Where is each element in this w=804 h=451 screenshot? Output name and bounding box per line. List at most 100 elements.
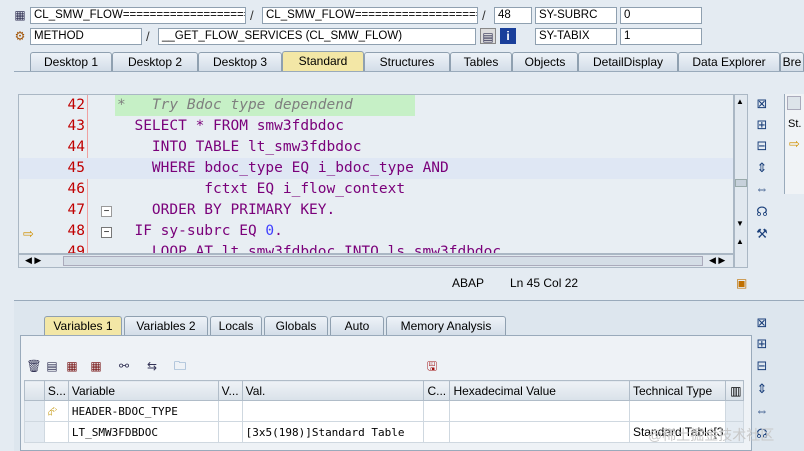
close-icon[interactable]: ⊠ bbox=[753, 314, 771, 332]
tab-breakpoints[interactable]: Bre bbox=[780, 52, 804, 71]
column-header[interactable]: S... bbox=[43, 380, 69, 401]
var1-value-field[interactable]: 0 bbox=[620, 7, 702, 24]
tab-structures[interactable]: Structures bbox=[364, 52, 450, 71]
tab-globals[interactable]: Globals bbox=[264, 316, 328, 335]
variable-hex bbox=[449, 421, 630, 443]
current-statement-arrow-icon: ⇨ bbox=[23, 226, 34, 241]
column-header[interactable]: Variable bbox=[67, 380, 219, 401]
variable-v bbox=[217, 400, 243, 422]
var1-name-field[interactable]: SY-SUBRC bbox=[535, 7, 617, 24]
source-editor[interactable]: 42 * Try Bdoc type dependend 43 SELECT * F… bbox=[18, 94, 734, 254]
code-token: EQ bbox=[282, 160, 318, 176]
variable-status-icon: ⮳ bbox=[43, 400, 69, 422]
editor-vertical-scrollbar[interactable]: ▲ ▼ ▲ bbox=[734, 94, 748, 268]
program-icon: ▦ bbox=[14, 8, 26, 22]
code-line[interactable]: IF sy-subrc EQ 0. bbox=[117, 221, 282, 242]
row-selector[interactable] bbox=[24, 421, 45, 443]
folder-icon[interactable]: 🗀 bbox=[172, 358, 188, 374]
separator: / bbox=[482, 8, 486, 23]
fold-marker-icon[interactable]: − bbox=[101, 206, 112, 217]
swap-tool-icon[interactable]: ⊞ bbox=[753, 335, 771, 353]
hierarchy-icon[interactable]: ⚯ bbox=[116, 358, 132, 374]
save-icon[interactable]: 🖫 bbox=[424, 358, 440, 374]
type-field[interactable]: METHOD bbox=[30, 28, 142, 45]
line-number-field[interactable]: 48 bbox=[494, 7, 532, 24]
separator: / bbox=[250, 8, 254, 23]
maximize-horizontal-icon[interactable]: ⇔ bbox=[753, 180, 771, 198]
variable-name[interactable]: HEADER-BDOC_TYPE bbox=[67, 400, 219, 422]
note-icon[interactable]: ▣ bbox=[736, 274, 747, 292]
line-number: 42 bbox=[67, 97, 85, 113]
tab-tables[interactable]: Tables bbox=[450, 52, 512, 71]
tab-detaildisplay[interactable]: DetailDisplay bbox=[578, 52, 678, 71]
code-token: IF sy-subrc EQ bbox=[117, 223, 266, 239]
info-icon[interactable]: i bbox=[500, 28, 516, 44]
code-line[interactable]: INTO TABLE lt_smw3fdbdoc bbox=[117, 137, 362, 158]
var2-value-field[interactable]: 1 bbox=[620, 28, 702, 45]
language-label: ABAP bbox=[452, 276, 485, 290]
var2-name-field[interactable]: SY-TABIX bbox=[535, 28, 617, 45]
program-field[interactable]: CL_SMW_FLOW=================== bbox=[30, 7, 246, 24]
maximize-horizontal-icon[interactable]: ⇔ bbox=[753, 402, 771, 420]
code-token: LOOP AT lt_smw3fdbdoc INTO ls_smw3fdbdoc bbox=[117, 244, 502, 254]
services-tool-icon[interactable]: ☊ bbox=[753, 203, 771, 221]
method-field[interactable]: __GET_FLOW_SERVICES (CL_SMW_FLOW) bbox=[158, 28, 476, 45]
tab-objects[interactable]: Objects bbox=[512, 52, 578, 71]
editor-horizontal-scrollbar[interactable]: ◀ ▶ ◀ ▶ bbox=[18, 254, 734, 268]
row-selector[interactable] bbox=[24, 400, 45, 422]
code-token: * Try Bdoc type dependend bbox=[117, 97, 353, 113]
delete-all-icon[interactable]: ▤ bbox=[44, 358, 60, 374]
code-line[interactable]: ORDER BY PRIMARY KEY. bbox=[117, 200, 335, 221]
code-token: lt_smw3fdbdoc bbox=[247, 139, 362, 155]
column-header[interactable]: Technical Type bbox=[628, 380, 726, 401]
line-number: 45 bbox=[67, 160, 85, 176]
column-header[interactable]: C... bbox=[423, 380, 451, 401]
variable-hex bbox=[449, 400, 630, 422]
column-header[interactable]: V... bbox=[217, 380, 243, 401]
table-row[interactable]: LT_SMW3FDBDOC [3x5(198)]Standard Table S… bbox=[24, 421, 745, 443]
replace-tool-icon[interactable]: ⊟ bbox=[753, 137, 771, 155]
code-token: 0 bbox=[265, 223, 275, 239]
code-line[interactable]: LOOP AT lt_smw3fdbdoc INTO ls_smw3fdbdoc bbox=[117, 242, 502, 254]
editor-status-bar: ABAP Ln 45 Col 22 ▣ bbox=[18, 274, 748, 292]
tab-variables-1[interactable]: Variables 1 bbox=[44, 316, 122, 335]
tab-desktop-1[interactable]: Desktop 1 bbox=[30, 52, 112, 71]
load-variant-icon[interactable]: ▦ bbox=[88, 358, 104, 374]
column-header[interactable]: Val. bbox=[241, 380, 425, 401]
maximize-vertical-icon[interactable]: ⇕ bbox=[753, 380, 771, 398]
fold-toggle-icon[interactable]: − bbox=[101, 227, 112, 238]
include-field[interactable]: CL_SMW_FLOW=================== bbox=[262, 7, 478, 24]
navigate-icon[interactable]: ⇆ bbox=[144, 358, 160, 374]
swap-tool-icon[interactable]: ⊞ bbox=[753, 116, 771, 134]
table-row[interactable]: ⮳ HEADER-BDOC_TYPE bbox=[24, 400, 745, 422]
tab-variables-2[interactable]: Variables 2 bbox=[124, 316, 208, 335]
tab-locals[interactable]: Locals bbox=[210, 316, 262, 335]
code-line[interactable]: SELECT * FROM smw3fdbdoc bbox=[117, 116, 344, 137]
tab-memory-analysis[interactable]: Memory Analysis bbox=[386, 316, 506, 335]
tab-desktop-3[interactable]: Desktop 3 bbox=[198, 52, 282, 71]
display-source-icon[interactable]: ▤ bbox=[480, 28, 496, 44]
variable-name[interactable]: LT_SMW3FDBDOC bbox=[67, 421, 219, 443]
variable-value[interactable]: [3x5(198)]Standard Table bbox=[241, 421, 425, 443]
close-icon[interactable]: ⊠ bbox=[753, 95, 771, 113]
variables-table[interactable]: S... Variable V... Val. C... Hexadecimal… bbox=[24, 380, 745, 443]
code-line[interactable]: * Try Bdoc type dependend bbox=[117, 95, 353, 116]
tab-auto[interactable]: Auto bbox=[330, 316, 384, 335]
variable-value[interactable] bbox=[241, 400, 425, 422]
replace-tool-icon[interactable]: ⊟ bbox=[753, 357, 771, 375]
save-variant-icon[interactable]: ▦ bbox=[64, 358, 80, 374]
tab-standard[interactable]: Standard bbox=[282, 51, 364, 71]
column-header[interactable]: Hexadecimal Value bbox=[449, 380, 630, 401]
code-line[interactable]: WHERE bdoc_type EQ i_bdoc_type AND bbox=[117, 158, 449, 179]
line-number: 44 bbox=[67, 139, 85, 155]
settings-tool-icon[interactable]: ⚒ bbox=[753, 225, 771, 243]
delete-icon[interactable]: 🗑 bbox=[26, 358, 42, 374]
row-selector-header[interactable] bbox=[24, 380, 45, 401]
maximize-vertical-icon[interactable]: ⇕ bbox=[753, 159, 771, 177]
variable-v bbox=[217, 421, 243, 443]
code-line[interactable]: fctxt EQ i_flow_context bbox=[117, 179, 405, 200]
tab-desktop-2[interactable]: Desktop 2 bbox=[112, 52, 198, 71]
code-token: AND bbox=[413, 160, 449, 176]
column-layout-icon[interactable]: ▥ bbox=[724, 380, 745, 401]
tab-data-explorer[interactable]: Data Explorer bbox=[678, 52, 780, 71]
